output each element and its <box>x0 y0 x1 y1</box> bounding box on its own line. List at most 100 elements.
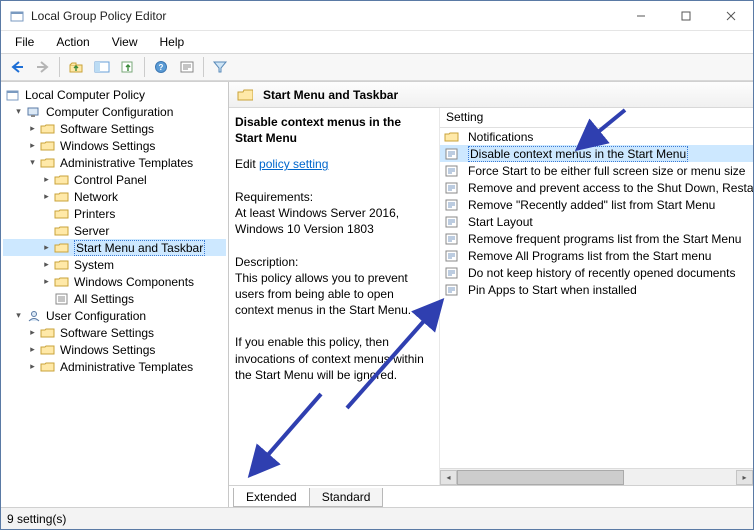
caret-down-icon[interactable]: ▾ <box>13 310 24 321</box>
tree-cc-at-printers[interactable]: Printers <box>3 205 226 222</box>
folder-icon <box>444 130 460 144</box>
menu-view[interactable]: View <box>102 33 148 51</box>
folder-icon <box>54 241 70 255</box>
window-title: Local Group Policy Editor <box>31 9 618 23</box>
caret-right-icon[interactable]: ▸ <box>41 259 52 270</box>
policy-item-icon <box>444 147 460 161</box>
folder-icon <box>54 173 70 187</box>
setting-label: Notifications <box>468 130 533 144</box>
user-icon <box>26 309 42 323</box>
horizontal-scrollbar[interactable]: ◂ ▸ <box>440 468 753 485</box>
folder-icon <box>54 207 70 221</box>
setting-row[interactable]: Pin Apps to Start when installed <box>440 281 753 298</box>
setting-row[interactable]: Remove and prevent access to the Shut Do… <box>440 179 753 196</box>
scroll-left-button[interactable]: ◂ <box>440 470 457 485</box>
category-header: Start Menu and Taskbar <box>229 82 753 108</box>
tab-extended[interactable]: Extended <box>233 488 310 507</box>
show-hide-tree-button[interactable] <box>90 56 114 78</box>
setting-row[interactable]: Remove All Programs list from the Start … <box>440 247 753 264</box>
setting-row[interactable]: Remove "Recently added" list from Start … <box>440 196 753 213</box>
folder-icon <box>40 326 56 340</box>
tree-cc-at-windows-components[interactable]: ▸ Windows Components <box>3 273 226 290</box>
tree-cc-at-server[interactable]: Server <box>3 222 226 239</box>
tree-cc-at-network[interactable]: ▸ Network <box>3 188 226 205</box>
app-icon <box>9 8 25 24</box>
policy-icon <box>5 88 21 102</box>
menubar: File Action View Help <box>1 31 753 53</box>
caret-right-icon[interactable]: ▸ <box>27 327 38 338</box>
tree-uc-admin-templates[interactable]: ▸ Administrative Templates <box>3 358 226 375</box>
caret-down-icon[interactable]: ▾ <box>13 106 24 117</box>
caret-right-icon[interactable]: ▸ <box>41 174 52 185</box>
forward-button[interactable] <box>31 56 55 78</box>
setting-row[interactable]: Remove frequent programs list from the S… <box>440 230 753 247</box>
description-text: This policy allows you to prevent users … <box>235 270 431 319</box>
folder-icon <box>54 275 70 289</box>
setting-row[interactable]: Force Start to be either full screen siz… <box>440 162 753 179</box>
menu-file[interactable]: File <box>5 33 44 51</box>
export-button[interactable] <box>116 56 140 78</box>
category-title: Start Menu and Taskbar <box>263 88 398 102</box>
menu-help[interactable]: Help <box>150 33 195 51</box>
edit-line: Edit policy setting <box>235 156 431 172</box>
window-controls <box>618 1 753 30</box>
settings-rows[interactable]: NotificationsDisable context menus in th… <box>440 128 753 468</box>
description-label: Description: <box>235 254 431 270</box>
tree-cc-admin-templates[interactable]: ▾ Administrative Templates <box>3 154 226 171</box>
close-button[interactable] <box>708 1 753 30</box>
setting-row[interactable]: Start Layout <box>440 213 753 230</box>
column-header-setting[interactable]: Setting <box>440 108 753 128</box>
tree-uc-windows[interactable]: ▸ Windows Settings <box>3 341 226 358</box>
caret-down-icon[interactable]: ▾ <box>27 157 38 168</box>
help-button[interactable]: ? <box>149 56 173 78</box>
tree-cc-software[interactable]: ▸ Software Settings <box>3 120 226 137</box>
caret-right-icon[interactable]: ▸ <box>27 123 38 134</box>
caret-right-icon[interactable]: ▸ <box>41 276 52 287</box>
requirements-label: Requirements: <box>235 189 431 205</box>
setting-row[interactable]: Do not keep history of recently opened d… <box>440 264 753 281</box>
policy-item-icon <box>444 232 460 246</box>
tree-uc-software[interactable]: ▸ Software Settings <box>3 324 226 341</box>
policy-item-icon <box>444 164 460 178</box>
back-button[interactable] <box>5 56 29 78</box>
tree-cc-at-control-panel[interactable]: ▸ Control Panel <box>3 171 226 188</box>
tree-cc-at-start-menu[interactable]: ▸ Start Menu and Taskbar <box>3 239 226 256</box>
tree-pane[interactable]: Local Computer Policy ▾ Computer Configu… <box>1 82 229 507</box>
policy-item-icon <box>444 249 460 263</box>
tree-user-config[interactable]: ▾ User Configuration <box>3 307 226 324</box>
caret-right-icon[interactable]: ▸ <box>27 344 38 355</box>
caret-right-icon[interactable]: ▸ <box>41 242 52 253</box>
menu-action[interactable]: Action <box>46 33 99 51</box>
tree-cc-at-system[interactable]: ▸ System <box>3 256 226 273</box>
policy-item-icon <box>444 181 460 195</box>
up-button[interactable] <box>64 56 88 78</box>
scroll-track[interactable] <box>457 470 736 485</box>
tree-cc-at-all-settings[interactable]: All Settings <box>3 290 226 307</box>
caret-right-icon[interactable]: ▸ <box>41 191 52 202</box>
folder-icon <box>54 258 70 272</box>
setting-label: Remove "Recently added" list from Start … <box>468 198 715 212</box>
toolbar-divider <box>203 57 204 77</box>
edit-policy-link[interactable]: policy setting <box>259 157 328 171</box>
folder-icon <box>40 156 56 170</box>
computer-icon <box>26 105 42 119</box>
scroll-right-button[interactable]: ▸ <box>736 470 753 485</box>
caret-right-icon[interactable]: ▸ <box>27 361 38 372</box>
tree-computer-config[interactable]: ▾ Computer Configuration <box>3 103 226 120</box>
description-text-2: If you enable this policy, then invocati… <box>235 334 431 383</box>
filter-button[interactable] <box>208 56 232 78</box>
scroll-thumb[interactable] <box>457 470 624 485</box>
setting-row[interactable]: Disable context menus in the Start Menu <box>440 145 753 162</box>
folder-icon <box>54 190 70 204</box>
toolbar-divider <box>144 57 145 77</box>
folder-icon <box>237 88 253 102</box>
folder-icon <box>40 122 56 136</box>
tree-cc-windows[interactable]: ▸ Windows Settings <box>3 137 226 154</box>
maximize-button[interactable] <box>663 1 708 30</box>
setting-row[interactable]: Notifications <box>440 128 753 145</box>
tab-standard[interactable]: Standard <box>309 488 384 507</box>
properties-button[interactable] <box>175 56 199 78</box>
minimize-button[interactable] <box>618 1 663 30</box>
caret-right-icon[interactable]: ▸ <box>27 140 38 151</box>
tree-root[interactable]: Local Computer Policy <box>3 86 226 103</box>
